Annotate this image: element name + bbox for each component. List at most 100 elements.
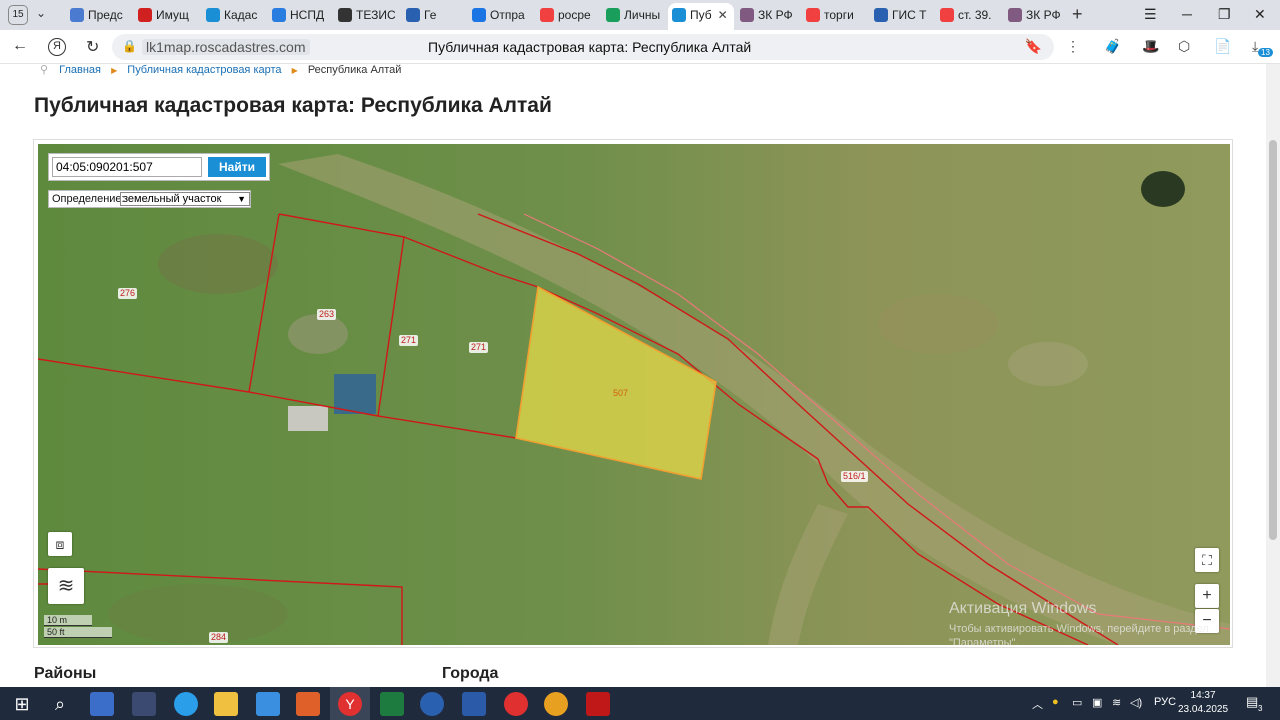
layers-button[interactable]: ≋ xyxy=(48,568,84,604)
floppy-app-icon[interactable] xyxy=(90,692,114,716)
restore-icon[interactable]: ❐ xyxy=(1218,6,1231,23)
browser-tab[interactable]: торги xyxy=(802,3,868,27)
start-icon[interactable]: ⊞ xyxy=(10,692,34,716)
close-window-icon[interactable]: ✕ xyxy=(1254,6,1266,23)
tab-favicon-icon xyxy=(138,8,152,22)
notifications-count: 3 xyxy=(1258,704,1263,713)
url-domain: lk1map.roscadastres.com xyxy=(142,39,310,55)
scroll-thumb[interactable] xyxy=(1269,140,1277,540)
battery-icon[interactable]: ▭ xyxy=(1072,696,1082,709)
search-icon[interactable]: ⌕ xyxy=(48,692,72,716)
tab-favicon-icon xyxy=(606,8,620,22)
pdf-reader-icon[interactable] xyxy=(586,692,610,716)
folder-icon[interactable] xyxy=(214,692,238,716)
browser-tab[interactable]: росре xyxy=(536,3,602,27)
breadcrumb-separator: ▶ xyxy=(111,66,118,75)
excel-icon[interactable] xyxy=(380,692,404,716)
tab-label: ЗК РФ xyxy=(758,8,793,22)
browser-tab[interactable]: НСПД xyxy=(268,3,334,27)
search-button[interactable]: Найти xyxy=(208,157,266,177)
map-frame: 276 263 271 271 507 516/1 284 Найти Опре… xyxy=(33,139,1233,648)
cadastral-map[interactable]: 276 263 271 271 507 516/1 284 Найти Опре… xyxy=(38,144,1230,645)
breadcrumb-home[interactable]: Главная xyxy=(59,64,101,76)
browser-tab[interactable]: ст. 39. xyxy=(936,3,1002,27)
definition-select[interactable]: земельный участок ▼ xyxy=(120,192,250,206)
definition-label: Определение: xyxy=(52,193,125,205)
clock-date: 23.04.2025 xyxy=(1178,704,1229,715)
bookmark-icon[interactable]: 🔖 xyxy=(1025,38,1042,55)
browser-tab[interactable]: Кадас xyxy=(202,3,268,27)
browser-tab[interactable]: Личны xyxy=(602,3,668,27)
minimize-icon[interactable]: ─ xyxy=(1182,6,1192,22)
browser-tab[interactable]: ЗК РФ xyxy=(1004,3,1070,27)
tab-favicon-icon xyxy=(70,8,84,22)
browser-tab[interactable]: ТЕЗИС xyxy=(334,3,400,27)
language-indicator[interactable]: РУС xyxy=(1154,696,1176,708)
office-icon[interactable] xyxy=(296,692,320,716)
parcel-label-507[interactable]: 507 xyxy=(611,388,630,399)
clock[interactable]: 14:37 23.04.2025 xyxy=(1178,689,1228,717)
extension-icon[interactable]: ⬡ xyxy=(1178,38,1190,55)
definition-value: земельный участок xyxy=(123,193,222,205)
parcel-label-284[interactable]: 284 xyxy=(209,632,229,643)
edge-icon[interactable] xyxy=(174,692,198,716)
parcel-label-263[interactable]: 263 xyxy=(317,309,337,320)
tab-favicon-icon xyxy=(272,8,286,22)
definition-control: Определение: земельный участок ▼ xyxy=(48,190,251,208)
browser-tab[interactable]: Ге xyxy=(402,3,468,27)
profile-icon[interactable]: 🧳 xyxy=(1104,38,1121,55)
browser-tab[interactable]: ЗК РФ xyxy=(736,3,802,27)
parcel-label-271[interactable]: 271 xyxy=(469,342,489,353)
parcel-label-516-1[interactable]: 516/1 xyxy=(841,471,868,482)
breadcrumb-map[interactable]: Публичная кадастровая карта xyxy=(127,64,281,76)
yandex-browser-icon[interactable]: Y xyxy=(338,692,362,716)
browser-tab[interactable]: Имущ xyxy=(134,3,200,27)
wifi-icon[interactable]: ≋ xyxy=(1112,696,1121,709)
tray-app2-icon[interactable]: ▣ xyxy=(1092,696,1102,709)
extension-badge: 13 xyxy=(1258,48,1273,57)
back-icon[interactable]: ← xyxy=(12,37,28,55)
tab-favicon-icon xyxy=(806,8,820,22)
browser-menu-icon[interactable]: ☰ xyxy=(1144,6,1157,23)
fullscreen-button[interactable]: ⛶ xyxy=(1195,548,1219,572)
browser-tab[interactable]: ГИС Т xyxy=(870,3,936,27)
tray-app-icon[interactable]: ● xyxy=(1052,696,1059,708)
lock-icon: 🔒 xyxy=(122,39,137,53)
more-icon[interactable]: ⋮ xyxy=(1066,38,1080,55)
browser-tab[interactable]: Пуб ✕ xyxy=(668,3,734,30)
tab-label: Ге xyxy=(424,8,437,22)
pdf-extension-icon[interactable]: 📄 xyxy=(1214,38,1231,55)
new-tab-button[interactable]: + xyxy=(1072,4,1083,25)
tab-favicon-icon xyxy=(1008,8,1022,22)
word-icon[interactable] xyxy=(462,692,486,716)
url-field[interactable]: 🔒 lk1map.roscadastres.com Публичная када… xyxy=(112,34,1054,60)
browser-tab[interactable]: Предс xyxy=(66,3,132,27)
volume-icon[interactable]: ◁) xyxy=(1130,696,1142,709)
tab-favicon-icon xyxy=(206,8,220,22)
parcel-label-271[interactable]: 271 xyxy=(399,335,419,346)
print-map-button[interactable]: ⧈ xyxy=(48,532,72,556)
mail-icon[interactable] xyxy=(256,692,280,716)
chevron-down-icon[interactable]: ⌄ xyxy=(36,6,46,20)
tab-count-button[interactable]: 15 xyxy=(8,5,28,25)
url-page-title: Публичная кадастровая карта: Республика … xyxy=(428,39,752,55)
tab-close-icon[interactable]: ✕ xyxy=(718,8,728,22)
yandex-search-icon[interactable] xyxy=(504,692,528,716)
page-scrollbar[interactable] xyxy=(1266,64,1280,687)
cadastral-search: Найти xyxy=(48,153,270,181)
chrome-icon[interactable] xyxy=(544,692,568,716)
browser-tab[interactable]: Отпра xyxy=(468,3,534,27)
zoom-in-button[interactable]: + xyxy=(1195,584,1219,608)
districts-heading: Районы xyxy=(34,665,97,682)
tab-favicon-icon xyxy=(740,8,754,22)
yandex-icon[interactable]: Я xyxy=(48,38,66,56)
reload-icon[interactable]: ↻ xyxy=(86,37,99,57)
notifications-icon[interactable]: ▤ xyxy=(1246,694,1258,710)
cadastral-number-input[interactable] xyxy=(52,157,202,177)
store-icon[interactable] xyxy=(132,692,156,716)
tab-favicon-icon xyxy=(940,8,954,22)
yandex-app-icon[interactable] xyxy=(420,692,444,716)
parcel-label-276[interactable]: 276 xyxy=(118,288,138,299)
hat-icon[interactable]: 🎩 xyxy=(1142,38,1159,55)
tray-expand-icon[interactable]: ︿ xyxy=(1032,696,1043,712)
